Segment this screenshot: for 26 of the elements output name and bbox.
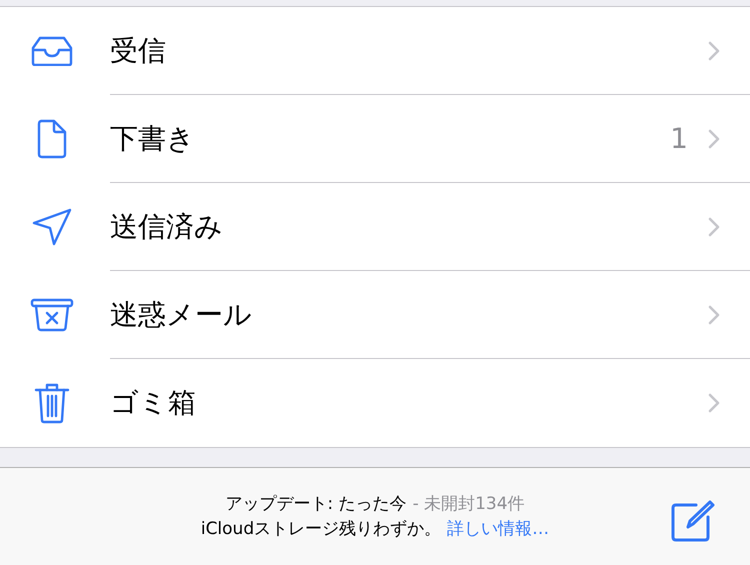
folder-row[interactable]: 迷惑メール [0,271,750,359]
chevron-icon [708,393,720,413]
update-status: アップデート: たった今 [225,493,407,516]
chevron-icon [708,128,720,148]
trash-icon [34,382,70,424]
folder-label: 送信済み [110,208,224,244]
compose-button[interactable] [670,499,716,543]
folder-label: ゴミ箱 [110,385,197,421]
tray-icon [31,36,73,66]
junk-bin-icon [30,298,74,332]
paper-plane-icon [32,208,72,246]
folder-row[interactable]: ゴミ箱 [0,359,750,447]
unread-count: 1 [670,122,688,155]
chevron-icon [708,216,720,236]
chevron-icon [708,304,720,324]
unread-status: - 未開封134件 [412,493,525,516]
chevron-icon [708,40,720,60]
folder-label: 迷惑メール [110,296,253,332]
storage-notice: iCloudストレージ残りわずか。 [200,518,442,541]
folder-row[interactable]: 送信済み [0,183,750,271]
folder-row[interactable]: 受信 [0,7,750,95]
document-icon [37,119,67,159]
folder-row[interactable]: 下書き 1 [0,95,750,183]
folder-label: 受信 [110,32,167,68]
folder-label: 下書き [110,120,196,156]
details-link[interactable]: 詳しい情報… [447,517,550,542]
